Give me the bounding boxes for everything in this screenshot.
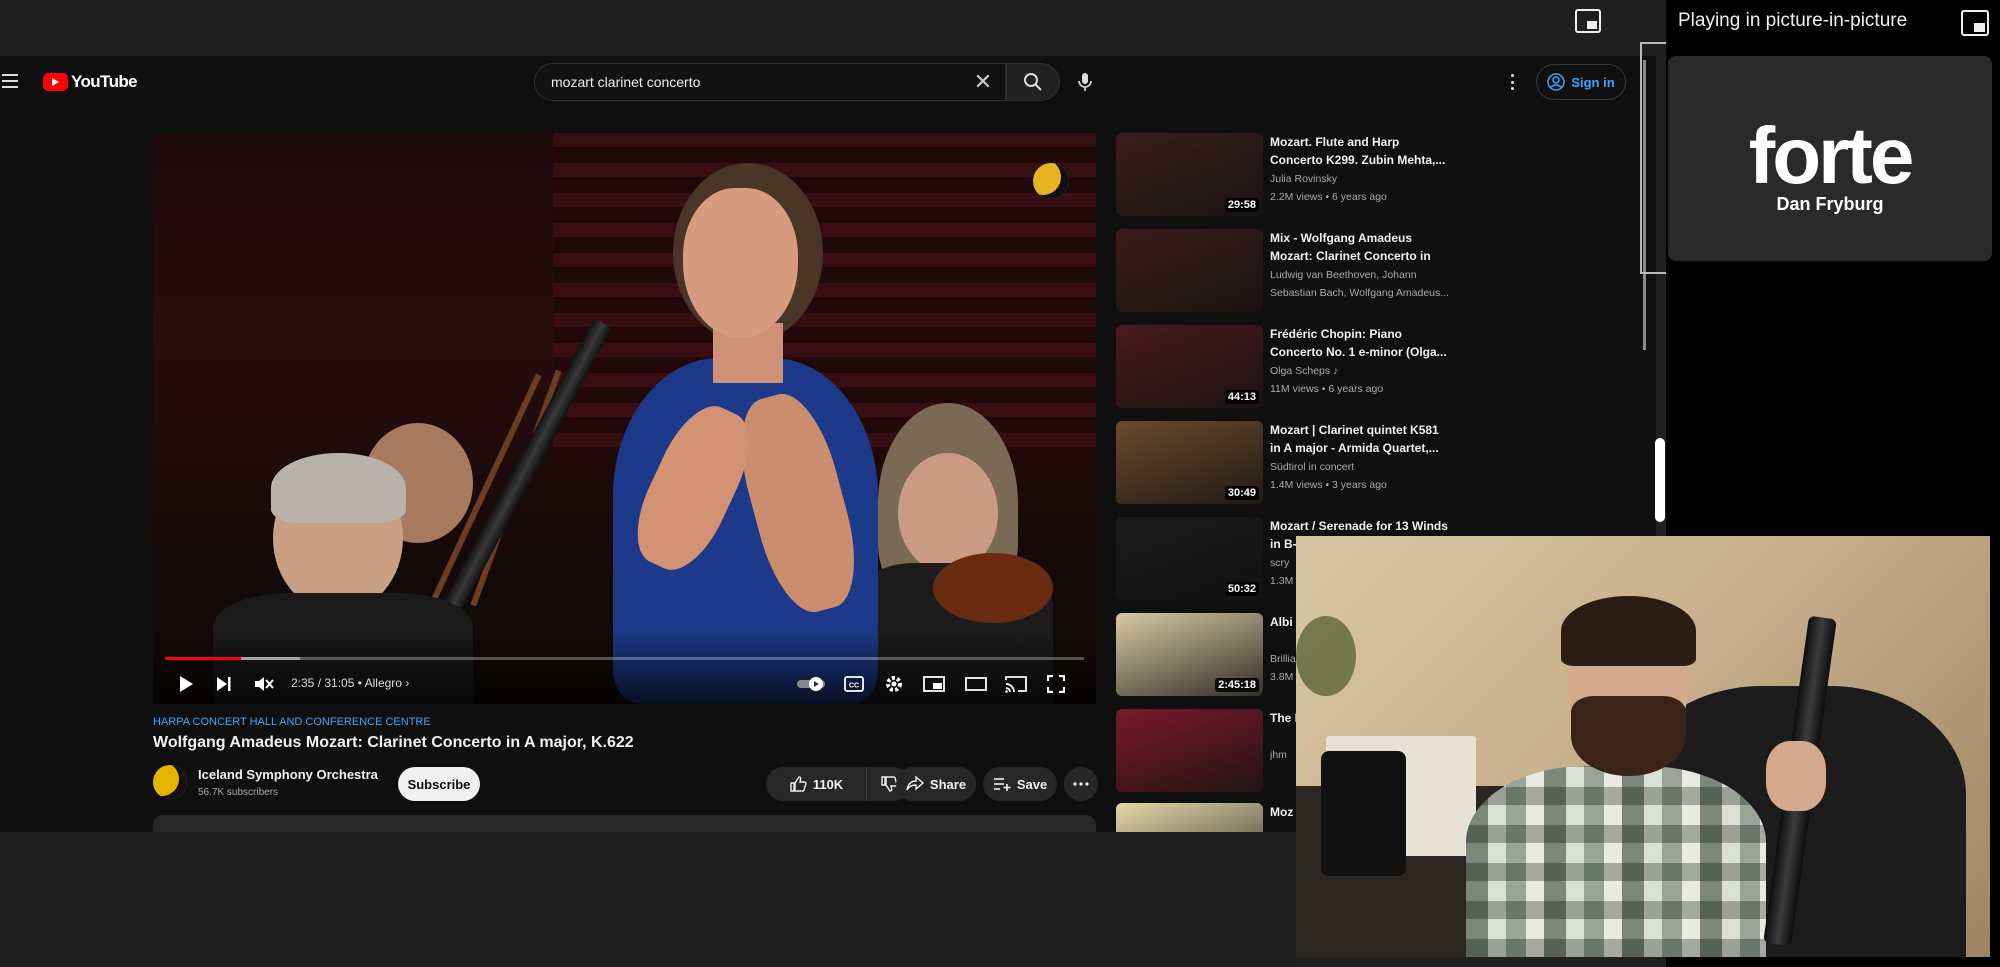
video-tag-link[interactable]: HARPA CONCERT HALL AND CONFERENCE CENTRE bbox=[153, 716, 431, 728]
description-box[interactable] bbox=[153, 815, 1096, 832]
recommendation-item[interactable]: 29:58 Mozart. Flute and Harp Concerto K29… bbox=[1116, 133, 1446, 225]
share-button[interactable]: Share bbox=[896, 767, 976, 801]
duration-badge: 50:32 bbox=[1224, 582, 1259, 596]
youtube-logo-text: YouTube bbox=[71, 72, 138, 91]
scrollbar-thumb[interactable] bbox=[1655, 438, 1665, 522]
picture-in-picture-icon[interactable] bbox=[1573, 6, 1603, 36]
channel-name[interactable]: Iceland Symphony Orchestra bbox=[198, 767, 378, 782]
svg-text:CC: CC bbox=[849, 683, 859, 690]
search-input[interactable]: mozart clarinet concerto bbox=[534, 63, 1006, 101]
search-button[interactable] bbox=[1006, 63, 1060, 101]
sign-in-button[interactable]: Sign in bbox=[1536, 64, 1626, 100]
pip-status-label: Playing in picture-in-picture bbox=[1678, 10, 1908, 31]
recommendation-channel[interactable]: Südtirol in concert bbox=[1270, 461, 1450, 473]
more-options-icon[interactable] bbox=[1506, 72, 1518, 92]
pip-window-border bbox=[1640, 42, 1666, 274]
recommendation-thumbnail[interactable]: 30:49 bbox=[1116, 421, 1263, 504]
chapter-title[interactable]: Allegro bbox=[365, 676, 402, 690]
recommendation-title[interactable]: Mix - Wolfgang Amadeus Mozart: Clarinet … bbox=[1270, 229, 1450, 265]
share-label: Share bbox=[929, 776, 967, 792]
video-title: Wolfgang Amadeus Mozart: Clarinet Concer… bbox=[153, 734, 634, 751]
cast-icon[interactable] bbox=[1003, 671, 1029, 697]
subscriber-count: 56.7K subscribers bbox=[198, 787, 279, 798]
channel-watermark-logo[interactable] bbox=[1033, 163, 1069, 199]
recommendation-stats: 2.2M views • 6 years ago bbox=[1270, 191, 1387, 203]
recommendation-item[interactable]: Mix - Wolfgang Amadeus Mozart: Clarinet … bbox=[1116, 229, 1449, 321]
recommendation-item[interactable]: 30:49 Mozart | Clarinet quintet K581 in A… bbox=[1116, 421, 1446, 513]
progress-played bbox=[165, 657, 242, 660]
player-controls bbox=[153, 628, 1096, 704]
duration-badge: 2:45:18 bbox=[1215, 678, 1259, 692]
next-video-icon[interactable] bbox=[211, 671, 237, 697]
desktop-background bbox=[0, 832, 1296, 967]
account-icon bbox=[1547, 73, 1566, 91]
recommendation-thumbnail[interactable]: 29:58 bbox=[1116, 133, 1263, 216]
webcam-overlay bbox=[1296, 536, 1990, 957]
recommendation-stats: Sebastian Bach, Wolfgang Amadeus... bbox=[1270, 287, 1450, 299]
recommendation-stats: 11M views • 6 years ago bbox=[1270, 383, 1384, 395]
search-icon bbox=[1024, 73, 1042, 91]
tablet bbox=[1321, 751, 1406, 876]
forte-logo: forte bbox=[1748, 111, 1915, 200]
like-count: 110K bbox=[812, 776, 844, 792]
recommendation-item[interactable]: 44:13 Frédéric Chopin: Piano Concerto No.… bbox=[1116, 325, 1447, 417]
settings-gear-icon[interactable] bbox=[881, 671, 907, 697]
hamburger-menu-icon[interactable] bbox=[2, 74, 20, 90]
recommendation-stats: 1.4M views • 3 years ago bbox=[1270, 479, 1387, 491]
clear-search-icon[interactable]: ✕ bbox=[972, 71, 994, 94]
recommendation-thumbnail[interactable] bbox=[1116, 229, 1263, 312]
more-horizontal-icon bbox=[1073, 782, 1089, 786]
thumbs-down-icon bbox=[880, 776, 898, 792]
subscribe-button[interactable]: Subscribe bbox=[398, 767, 480, 801]
recommendation-thumbnail[interactable]: 44:13 bbox=[1116, 325, 1263, 408]
fullscreen-icon[interactable] bbox=[1043, 671, 1069, 697]
plant bbox=[1296, 616, 1356, 696]
duration-badge: 30:49 bbox=[1224, 486, 1259, 500]
video-player[interactable]: 2:35 / 31:05 • Allegro › CC bbox=[153, 133, 1096, 704]
sign-in-label: Sign in bbox=[1571, 74, 1615, 90]
presenter-hand bbox=[1766, 741, 1826, 811]
more-actions-button[interactable] bbox=[1064, 767, 1098, 801]
presenter-name: Dan Fryburg bbox=[1776, 194, 1884, 214]
save-button[interactable]: Save bbox=[983, 767, 1057, 801]
voice-search-button[interactable] bbox=[1068, 63, 1102, 101]
play-icon[interactable] bbox=[173, 671, 199, 697]
progress-bar[interactable] bbox=[165, 657, 1084, 660]
time-total: 31:05 bbox=[324, 676, 355, 690]
thumbs-up-icon bbox=[790, 776, 807, 792]
share-icon bbox=[906, 776, 924, 791]
time-current: 2:35 bbox=[291, 676, 315, 690]
like-button[interactable]: 110K bbox=[766, 767, 866, 801]
recommendation-thumbnail[interactable] bbox=[1116, 709, 1263, 792]
recommendation-thumbnail[interactable]: 2:45:18 bbox=[1116, 613, 1263, 696]
time-display: 2:35 / 31:05 • Allegro › bbox=[291, 676, 410, 690]
subtitles-icon[interactable]: CC bbox=[841, 671, 867, 697]
recommendation-channel[interactable]: Ludwig van Beethoven, Johann bbox=[1270, 269, 1450, 281]
recommendation-channel[interactable]: Julia Rovinsky bbox=[1270, 173, 1450, 185]
microphone-icon bbox=[1078, 73, 1092, 91]
recommendation-title[interactable]: Mozart | Clarinet quintet K581 in A majo… bbox=[1270, 421, 1450, 457]
youtube-logo[interactable]: YouTube bbox=[43, 72, 138, 92]
save-to-playlist-icon bbox=[993, 778, 1011, 791]
recommendation-title[interactable]: Mozart. Flute and Harp Concerto K299. Zu… bbox=[1270, 133, 1450, 169]
search-input-value: mozart clarinet concerto bbox=[551, 74, 701, 90]
recommendation-title[interactable]: Frédéric Chopin: Piano Concerto No. 1 e-… bbox=[1270, 325, 1450, 361]
theater-mode-icon[interactable] bbox=[963, 671, 989, 697]
miniplayer-icon[interactable] bbox=[921, 671, 947, 697]
autoplay-toggle[interactable] bbox=[795, 671, 829, 697]
duration-badge: 29:58 bbox=[1224, 198, 1259, 212]
picture-in-picture-exit-icon[interactable] bbox=[1958, 6, 1992, 40]
recommendation-thumbnail[interactable]: 50:32 bbox=[1116, 517, 1263, 600]
recommendation-channel[interactable]: Olga Scheps ♪ bbox=[1270, 365, 1450, 377]
mute-icon[interactable] bbox=[251, 671, 277, 697]
youtube-play-logo-icon bbox=[43, 73, 68, 91]
channel-avatar[interactable] bbox=[153, 765, 187, 799]
duration-badge: 44:13 bbox=[1224, 390, 1259, 404]
save-label: Save bbox=[1016, 776, 1048, 792]
